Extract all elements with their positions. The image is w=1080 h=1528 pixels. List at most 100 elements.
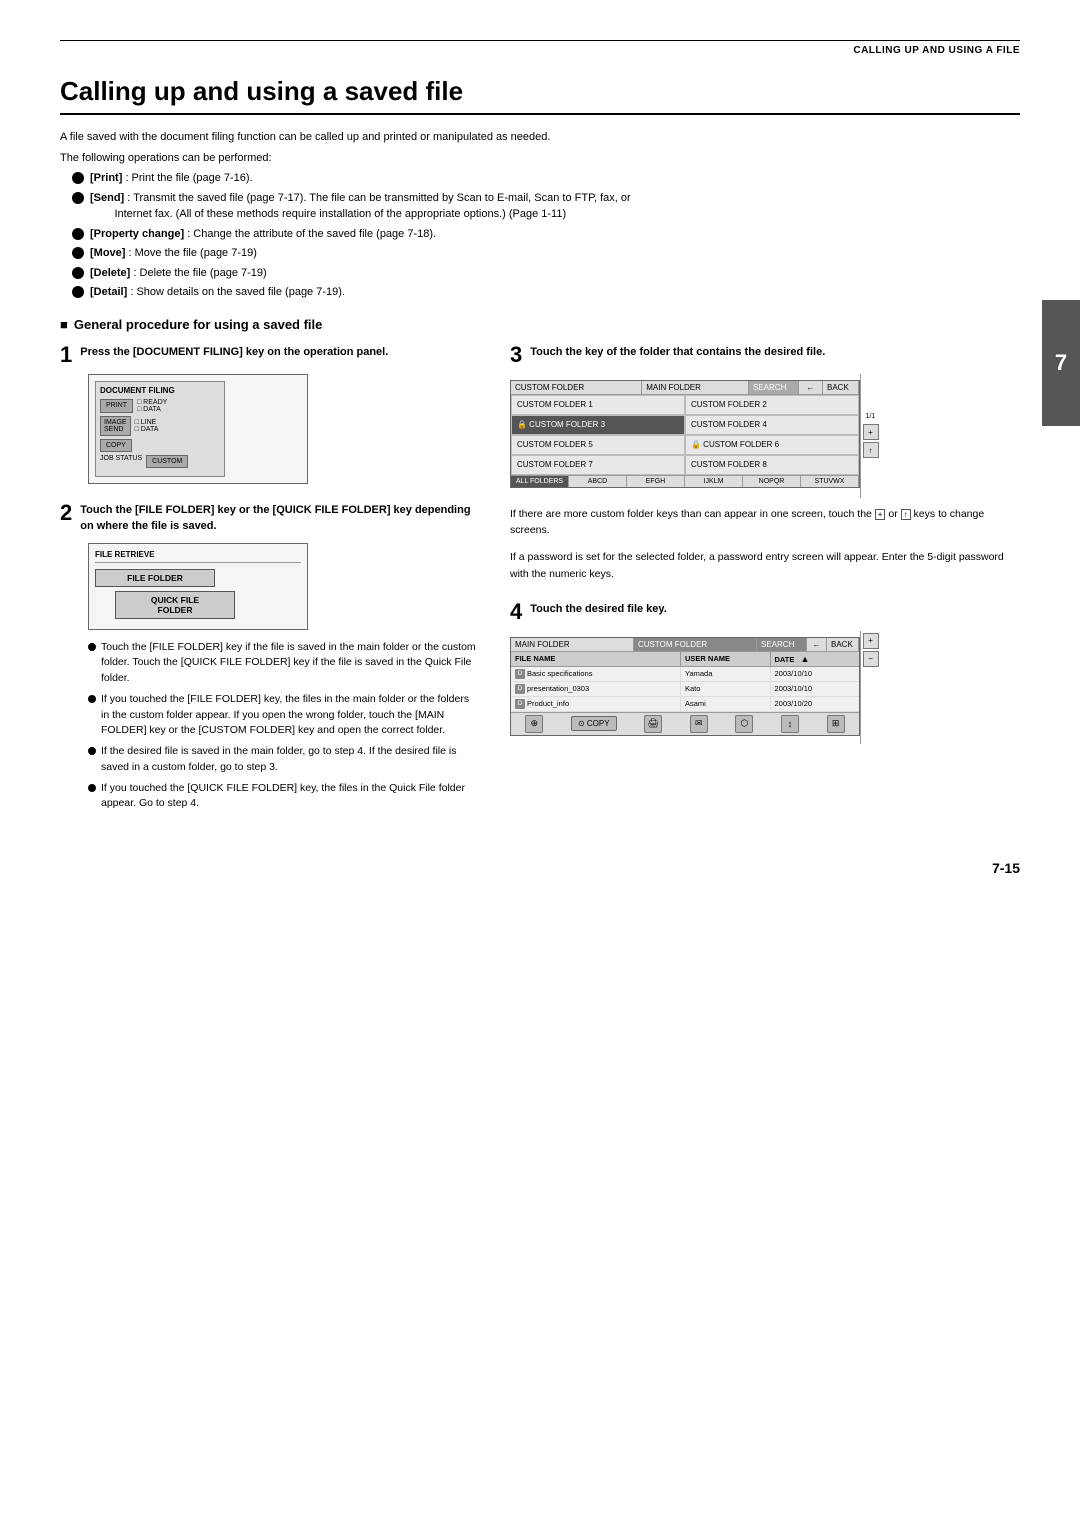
step-3: 3 Touch the key of the folder that conta…	[510, 344, 1020, 583]
file-name-2: D presentation_0303	[511, 682, 681, 696]
bullet-move: [Move] : Move the file (page 7-19)	[72, 245, 1020, 262]
file-row-3[interactable]: D Product_info Asami 2003/10/20	[511, 697, 859, 712]
custom-folder-header: CUSTOM FOLDER	[511, 381, 642, 394]
toolbar-icon-send[interactable]: ✉	[690, 715, 708, 733]
bullet-property-label: [Property change]	[90, 228, 184, 240]
folder-screen-header: CUSTOM FOLDER MAIN FOLDER SEARCH ← BACK	[511, 381, 859, 395]
step-2-bullet-4: If you touched the [QUICK FILE FOLDER] k…	[88, 781, 480, 813]
search-tab[interactable]: SEARCH	[757, 638, 807, 651]
bullet-dot	[88, 695, 96, 703]
chapter-title: Calling up and using a saved file	[60, 76, 1020, 115]
main-folder-tab[interactable]: MAIN FOLDER	[511, 638, 634, 651]
file-col-headers: FILE NAME USER NAME DATE ▲	[511, 652, 859, 667]
file-folder-key[interactable]: FILE FOLDER	[95, 569, 215, 587]
folder-grid: CUSTOM FOLDER 1 CUSTOM FOLDER 2 🔒 CUSTOM…	[511, 395, 859, 475]
toolbar-icon-print[interactable]: 🖨	[644, 715, 662, 733]
file-page-up[interactable]: +	[863, 633, 879, 649]
bullet-dot	[88, 747, 96, 755]
file-icon-2: D	[515, 684, 525, 694]
file-row-2[interactable]: D presentation_0303 Kato 2003/10/10	[511, 682, 859, 697]
tab-efgh[interactable]: EFGH	[627, 476, 685, 487]
intro-line1: A file saved with the document filing fu…	[60, 129, 1020, 146]
step-2-bullet-3: If the desired file is saved in the main…	[88, 744, 480, 776]
step-2-bullets: Touch the [FILE FOLDER] key if the file …	[88, 640, 480, 813]
back-tab[interactable]: BACK	[827, 638, 859, 651]
page-tab: 7	[1042, 300, 1080, 426]
data-status2: □ DATA	[135, 426, 159, 433]
page-tab-number: 7	[1055, 350, 1067, 376]
file-page-down[interactable]: −	[863, 651, 879, 667]
page-down-btn[interactable]: ↑	[863, 442, 879, 458]
toolbar-icon-move[interactable]: ↕	[781, 715, 799, 733]
step-4-mockup: MAIN FOLDER CUSTOM FOLDER SEARCH ← BACK …	[510, 631, 1020, 744]
bullet-property-text: : Change the attribute of the saved file…	[184, 228, 436, 240]
quick-file-folder-key[interactable]: QUICK FILEFOLDER	[115, 591, 235, 619]
bullet-delete: [Delete] : Delete the file (page 7-19)	[72, 265, 1020, 282]
right-column: 3 Touch the key of the folder that conta…	[510, 344, 1020, 831]
bullet-dot	[72, 192, 84, 204]
file-date-3: 2003/10/20	[771, 697, 860, 710]
tab-all-folders[interactable]: ALL FOLDERS	[511, 476, 569, 487]
left-column: 1 Press the [DOCUMENT FILING] key on the…	[60, 344, 480, 831]
step-1-number: 1	[60, 344, 72, 366]
bullet-send-text: : Transmit the saved file (page 7-17). T…	[90, 192, 631, 221]
copy-key[interactable]: COPY	[100, 439, 132, 452]
toolbar-icon-grid[interactable]: ⊞	[827, 715, 845, 733]
step-1: 1 Press the [DOCUMENT FILING] key on the…	[60, 344, 480, 484]
folder-cell-3[interactable]: 🔒 CUSTOM FOLDER 3	[511, 415, 685, 435]
bullet-send: [Send] : Transmit the saved file (page 7…	[72, 190, 1020, 223]
main-folder-header[interactable]: MAIN FOLDER	[642, 381, 749, 394]
bullet-print-text: : Print the file (page 7-16).	[122, 172, 252, 184]
toolbar-icon-1[interactable]: ⊕	[525, 715, 543, 733]
folder-cell-7[interactable]: CUSTOM FOLDER 7	[511, 455, 685, 475]
up-icon: ↑	[901, 509, 911, 520]
tab-stuvwx[interactable]: STUVWX	[801, 476, 859, 487]
bullet-dot	[72, 247, 84, 259]
bullet-detail: [Detail] : Show details on the saved fil…	[72, 284, 1020, 301]
tab-nopqr[interactable]: NOPQR	[743, 476, 801, 487]
custom-key[interactable]: CUSTOM	[146, 455, 188, 468]
step-3-mockup: CUSTOM FOLDER MAIN FOLDER SEARCH ← BACK …	[510, 374, 1020, 498]
bullet-print: [Print] : Print the file (page 7-16).	[72, 170, 1020, 187]
bullet-move-label: [Move]	[90, 247, 125, 259]
file-date-2: 2003/10/10	[771, 682, 860, 695]
folder-cell-4[interactable]: CUSTOM FOLDER 4	[685, 415, 859, 435]
folder-cell-6[interactable]: 🔒 CUSTOM FOLDER 6	[685, 435, 859, 455]
sort-arrow[interactable]: ▲	[800, 654, 809, 664]
plus-icon: +	[875, 509, 886, 520]
step-3-explain2: If a password is set for the selected fo…	[510, 549, 1020, 583]
search-header[interactable]: SEARCH	[749, 381, 799, 394]
folder-cell-8[interactable]: CUSTOM FOLDER 8	[685, 455, 859, 475]
folder-cell-5[interactable]: CUSTOM FOLDER 5	[511, 435, 685, 455]
step-1-header: 1 Press the [DOCUMENT FILING] key on the…	[60, 344, 480, 366]
file-name-1: D Basic specifications	[511, 667, 681, 681]
section-heading: General procedure for using a saved file	[60, 317, 1020, 332]
bullet-dot	[72, 172, 84, 184]
folder-cell-1[interactable]: CUSTOM FOLDER 1	[511, 395, 685, 415]
step-2-number: 2	[60, 502, 72, 524]
bullet-detail-text: : Show details on the saved file (page 7…	[127, 286, 345, 298]
back-header[interactable]: BACK	[823, 381, 859, 394]
toolbar-icon-hex[interactable]: ⬡	[735, 715, 753, 733]
bullet-dot	[72, 267, 84, 279]
file-row-1[interactable]: D Basic specifications Yamada 2003/10/10	[511, 667, 859, 682]
job-status-label: JOB STATUS	[100, 455, 142, 468]
folder-screen: CUSTOM FOLDER MAIN FOLDER SEARCH ← BACK …	[510, 380, 860, 488]
step-2: 2 Touch the [FILE FOLDER] key or the [QU…	[60, 502, 480, 813]
tab-abcd[interactable]: ABCD	[569, 476, 627, 487]
step-3-title: Touch the key of the folder that contain…	[530, 344, 825, 361]
doc-filing-label: DOCUMENT FILING	[100, 386, 220, 395]
image-send-key[interactable]: IMAGESEND	[100, 416, 131, 436]
print-key[interactable]: PRINT	[100, 399, 133, 413]
back-arrow-header[interactable]: ←	[799, 381, 823, 394]
file-user-2: Kato	[681, 682, 771, 695]
file-screen-header: MAIN FOLDER CUSTOM FOLDER SEARCH ← BACK	[511, 638, 859, 652]
copy-btn[interactable]: ⊙ COPY	[571, 716, 617, 731]
custom-folder-tab[interactable]: CUSTOM FOLDER	[634, 638, 757, 651]
back-arrow-tab[interactable]: ←	[807, 638, 827, 651]
file-screen: MAIN FOLDER CUSTOM FOLDER SEARCH ← BACK …	[510, 637, 860, 736]
folder-cell-2[interactable]: CUSTOM FOLDER 2	[685, 395, 859, 415]
page-up-btn[interactable]: +	[863, 424, 879, 440]
tab-ijklm[interactable]: IJKLM	[685, 476, 743, 487]
file-toolbar: ⊕ ⊙ COPY 🖨 ✉ ⬡ ↕ ⊞	[511, 712, 859, 735]
